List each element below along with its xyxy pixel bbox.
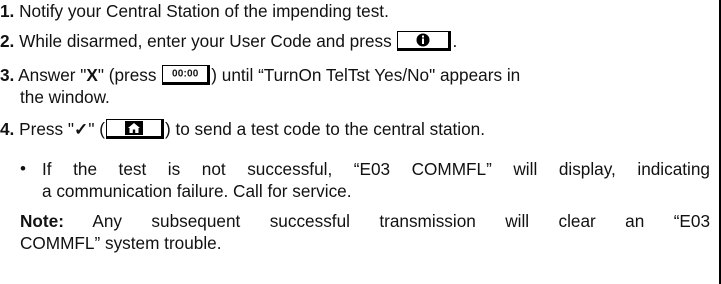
note-text-line1: Any subsequent successful transmission w… <box>92 211 711 231</box>
info-key <box>397 31 452 51</box>
step-3-number: 3. <box>0 65 15 85</box>
note-text-line2: COMMFL” system trouble. <box>20 233 222 253</box>
step-1-number: 1. <box>0 1 15 21</box>
step-2: 2. While disarmed, enter your User Code … <box>0 31 712 52</box>
bullet-icon: • <box>20 159 26 178</box>
step-4-text-before: Press " <box>19 119 74 139</box>
step-2-text-after: . <box>452 31 458 51</box>
note-line1: Note: Any subsequent successful transmis… <box>20 211 710 232</box>
step-3: 3. Answer "X" (press 00:00 ) until “Turn… <box>0 65 712 86</box>
step-1: 1. Notify your Central Station of the im… <box>0 1 712 22</box>
info-icon <box>416 33 430 47</box>
check-mark-icon: ✓ <box>73 119 89 139</box>
bullet-text-line2: a communication failure. Call for servic… <box>42 181 352 201</box>
step-2-number: 2. <box>0 31 15 51</box>
step-4-text-after: ) to send a test code to the central sta… <box>164 119 486 139</box>
note-line1-wrap: Note: Any subsequent successful transmis… <box>20 211 710 232</box>
step-3-text-line2: the window. <box>20 87 110 107</box>
note-label: Note: <box>20 211 64 231</box>
step-3-text-after-line1: ) until “TurnOn TelTst Yes/No" appears i… <box>211 65 521 85</box>
home-icon <box>124 121 143 135</box>
step-2-text-before: While disarmed, enter your User Code and… <box>19 31 392 51</box>
step-4: 4. Press "✓" ( ) to send a test code to … <box>0 119 712 140</box>
time-key-label: 00:00 <box>171 68 199 80</box>
step-3-text-middle: " (press <box>97 65 157 85</box>
step-3-text-before: Answer " <box>18 65 87 85</box>
step-3-answer: X <box>86 65 98 85</box>
bullet-line1-text: If the test is not successful, “E03 COMM… <box>42 159 710 179</box>
time-key: 00:00 <box>162 65 211 85</box>
instructions-page: 1. Notify your Central Station of the im… <box>0 0 721 284</box>
step-4-text-middle: " ( <box>88 119 105 139</box>
step-1-text: Notify your Central Station of the impen… <box>19 1 389 21</box>
bullet-text-line1: If the test is not successful, “E03 COMM… <box>42 159 710 180</box>
step-3-continued: the window. <box>0 87 712 108</box>
step-4-number: 4. <box>0 119 15 139</box>
home-key <box>105 119 164 139</box>
